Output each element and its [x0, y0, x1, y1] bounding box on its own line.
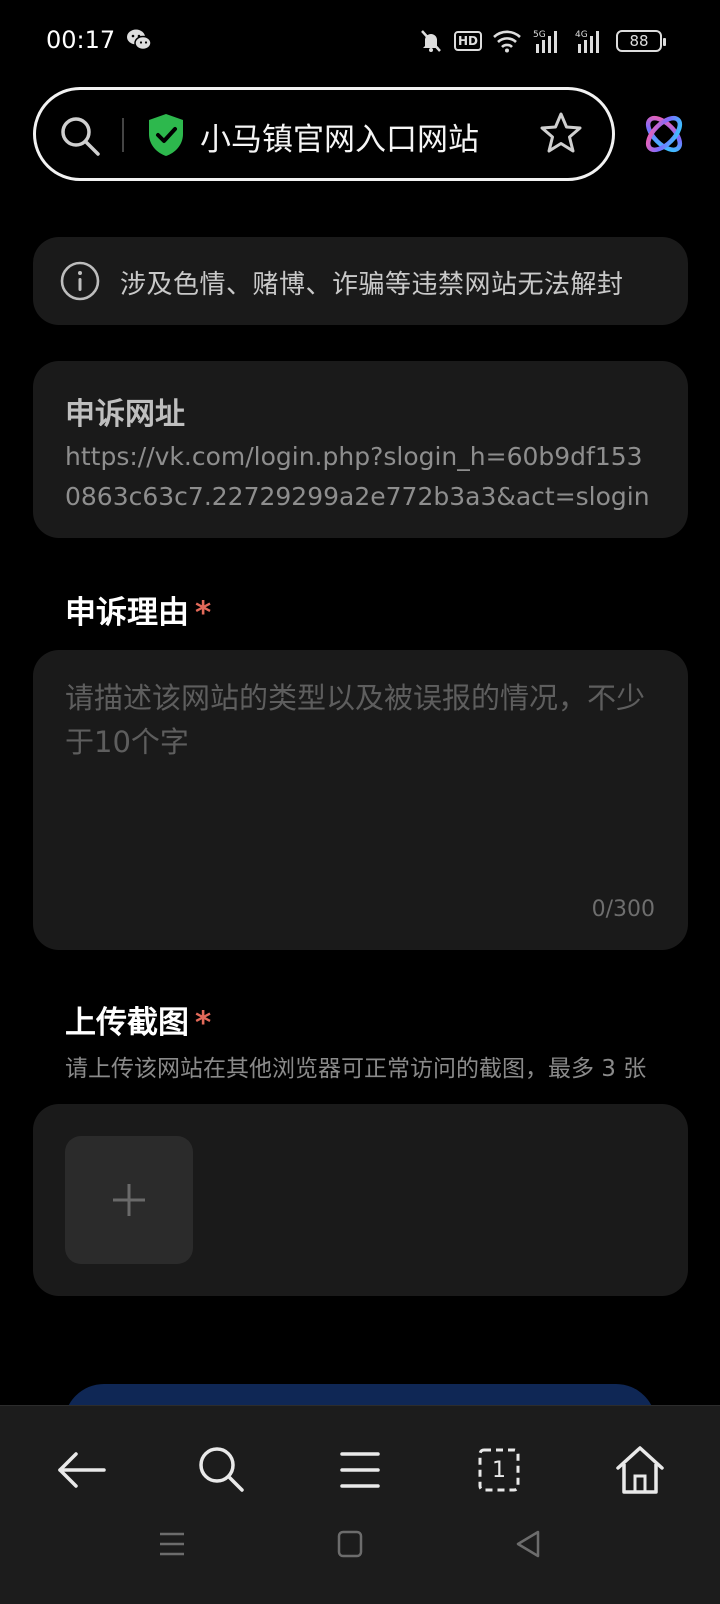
required-mark: *: [195, 1005, 212, 1041]
status-indicators: HD 5G 4G 88: [418, 26, 666, 56]
battery-indicator: 88: [616, 30, 666, 52]
address-text[interactable]: 小马镇官网入口网站: [200, 114, 479, 159]
hd-badge: HD: [453, 31, 482, 51]
appeal-url-card: 申诉网址 https://vk.com/login.php?slogin_h=6…: [33, 361, 688, 538]
wifi-icon: [493, 30, 521, 53]
menu-icon[interactable]: [330, 1440, 390, 1500]
search-divider: [122, 118, 124, 152]
upload-hint: 请上传该网站在其他浏览器可正常访问的截图，最多 3 张: [65, 1056, 647, 1082]
mute-icon: [421, 30, 441, 52]
home-square-icon[interactable]: [330, 1524, 370, 1564]
bookmark-star-icon[interactable]: [538, 110, 584, 156]
reason-input[interactable]: [65, 676, 655, 876]
status-time: 00:17: [46, 26, 116, 54]
bottom-toolbar: 1: [0, 1405, 720, 1604]
appeal-url-title: 申诉网址: [65, 397, 185, 432]
notice-text: 涉及色情、赌博、诈骗等违禁网站无法解封: [120, 270, 624, 300]
back-triangle-icon[interactable]: [508, 1524, 548, 1564]
add-screenshot-button[interactable]: [65, 1136, 193, 1264]
char-counter: 0/300: [591, 897, 655, 922]
signal-4g-label: 4G: [575, 30, 588, 40]
search-icon[interactable]: [192, 1440, 252, 1500]
search-icon[interactable]: [58, 114, 102, 158]
signal-icon: 4G: [575, 30, 599, 53]
reason-box[interactable]: 0/300: [33, 650, 688, 950]
reason-section-title: 申诉理由 *: [65, 587, 211, 632]
notice-card: 涉及色情、赌博、诈骗等违禁网站无法解封: [33, 237, 688, 325]
shield-check-icon[interactable]: [146, 112, 186, 158]
upload-card: [33, 1104, 688, 1296]
tab-count: 1: [492, 1457, 506, 1483]
tabs-button[interactable]: 1: [469, 1440, 529, 1500]
upload-title-text: 上传截图: [65, 1005, 189, 1041]
status-bar: 00:17 HD 5G 4G 88: [0, 0, 720, 82]
info-icon: [60, 261, 100, 301]
signal-5g-label: 5G: [533, 30, 546, 40]
plus-icon: [113, 1184, 145, 1216]
upload-section-title: 上传截图 *: [65, 997, 211, 1042]
back-icon[interactable]: [52, 1440, 112, 1500]
appeal-url-value: https://vk.com/login.php?slogin_h=60b9df…: [65, 442, 650, 511]
required-mark: *: [195, 595, 212, 631]
wechat-icon: [127, 29, 152, 51]
home-icon[interactable]: [610, 1440, 670, 1500]
signal-icon: 5G: [533, 30, 557, 53]
ai-assistant-icon[interactable]: [640, 110, 688, 158]
reason-title-text: 申诉理由: [65, 595, 189, 631]
address-bar[interactable]: 小马镇官网入口网站: [33, 87, 615, 181]
recent-apps-icon[interactable]: [152, 1524, 192, 1564]
